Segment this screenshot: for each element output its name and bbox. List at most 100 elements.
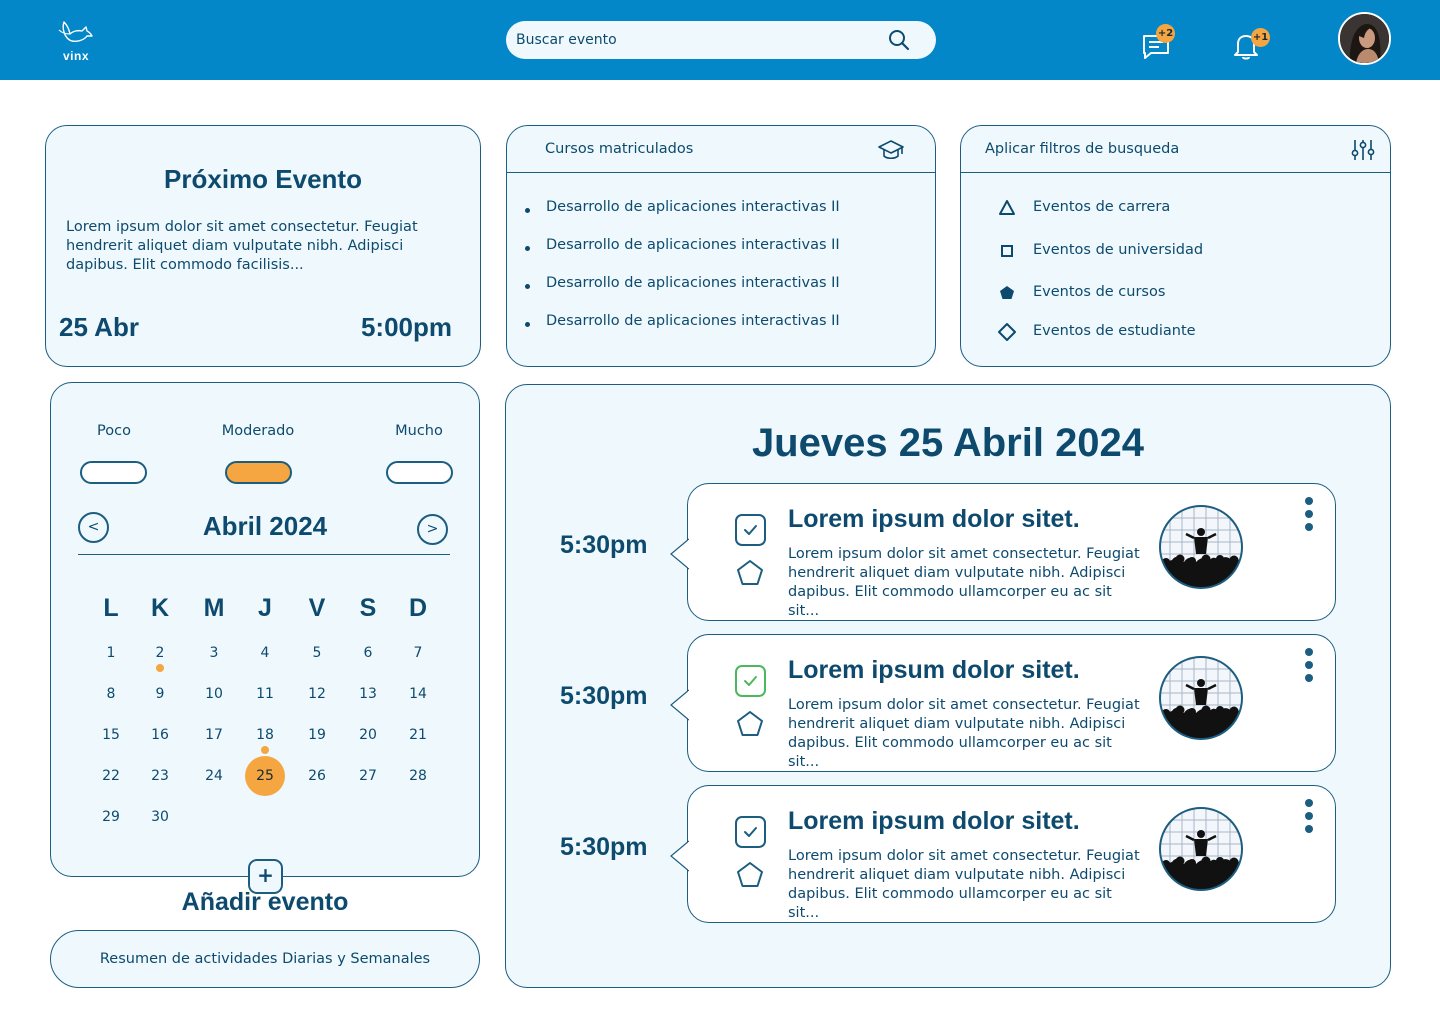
messages-button[interactable]: +2 bbox=[1141, 24, 1175, 62]
calendar-day[interactable]: 28 bbox=[398, 756, 438, 796]
event-image bbox=[1159, 656, 1243, 740]
event-image bbox=[1159, 807, 1243, 891]
notifications-badge: +1 bbox=[1251, 28, 1270, 47]
level-label-low: Poco bbox=[97, 423, 131, 439]
search-bar[interactable] bbox=[506, 21, 936, 59]
calendar-day[interactable]: 14 bbox=[398, 674, 438, 714]
weekday-label: K bbox=[150, 594, 170, 622]
filter-label: Eventos de carrera bbox=[1033, 199, 1171, 215]
calendar-day[interactable]: 18 bbox=[245, 715, 285, 755]
calendar-day[interactable]: 6 bbox=[348, 633, 388, 673]
calendar-day[interactable]: 21 bbox=[398, 715, 438, 755]
calendar-day[interactable]: 25 bbox=[245, 756, 285, 796]
day-events-card: Jueves 25 Abril 2024 5:30pm Lorem ipsum d… bbox=[505, 384, 1391, 988]
pentagon-icon bbox=[737, 711, 763, 736]
calendar-day[interactable]: 2 bbox=[140, 633, 180, 673]
checkbox-icon[interactable] bbox=[734, 815, 767, 849]
card-pointer bbox=[670, 689, 689, 721]
level-toggle-low[interactable] bbox=[80, 461, 147, 484]
calendar-day[interactable]: 16 bbox=[140, 715, 180, 755]
event-time: 5:30pm bbox=[560, 531, 648, 559]
square-icon bbox=[1001, 245, 1013, 257]
search-filters-card: Aplicar filtros de busqueda Eventos de c… bbox=[960, 125, 1391, 367]
calendar-day[interactable]: 23 bbox=[140, 756, 180, 796]
next-month-button[interactable]: > bbox=[417, 514, 448, 545]
calendar-day[interactable]: 26 bbox=[297, 756, 337, 796]
calendar-day[interactable]: 24 bbox=[194, 756, 234, 796]
level-label-moderate: Moderado bbox=[221, 423, 295, 439]
event-card[interactable]: Lorem ipsum dolor sitet. Lorem ipsum dolo… bbox=[670, 785, 1336, 923]
course-item[interactable]: Desarrollo de aplicaciones interactivas … bbox=[525, 313, 840, 351]
event-card[interactable]: Lorem ipsum dolor sitet. Lorem ipsum dolo… bbox=[670, 634, 1336, 772]
calendar-day[interactable]: 3 bbox=[194, 633, 234, 673]
level-toggle-moderate[interactable] bbox=[225, 461, 292, 484]
search-icon[interactable] bbox=[888, 29, 910, 51]
level-toggle-high[interactable] bbox=[386, 461, 453, 484]
logo-text: vinx bbox=[62, 49, 89, 63]
weekday-label: V bbox=[308, 594, 326, 622]
next-event-date: 25 Abr bbox=[59, 312, 139, 342]
next-event-card[interactable]: Próximo Evento Lorem ipsum dolor sit ame… bbox=[45, 125, 481, 367]
courses-title: Cursos matriculados bbox=[545, 141, 694, 157]
user-avatar[interactable] bbox=[1338, 12, 1391, 65]
calendar-day[interactable]: 5 bbox=[297, 633, 337, 673]
calendar-card: Poco Moderado Mucho Abril 2024 < > L K M… bbox=[50, 382, 480, 877]
calendar-day[interactable]: 22 bbox=[91, 756, 131, 796]
calendar-month: Abril 2024 bbox=[202, 511, 328, 541]
calendar-day[interactable]: 13 bbox=[348, 674, 388, 714]
more-options-icon[interactable] bbox=[1302, 799, 1316, 839]
weekday-label: L bbox=[103, 594, 119, 622]
filter-label: Eventos de universidad bbox=[1033, 242, 1204, 258]
calendar-day[interactable]: 8 bbox=[91, 674, 131, 714]
notifications-button[interactable]: +1 bbox=[1231, 28, 1270, 62]
more-options-icon[interactable] bbox=[1302, 497, 1316, 537]
calendar-day[interactable]: 17 bbox=[194, 715, 234, 755]
calendar-day[interactable]: 19 bbox=[297, 715, 337, 755]
calendar-day[interactable]: 1 bbox=[91, 633, 131, 673]
courses-header: Cursos matriculados bbox=[507, 126, 935, 173]
pentagon-icon bbox=[737, 862, 763, 887]
weekday-label: S bbox=[359, 594, 377, 622]
calendar-day[interactable]: 10 bbox=[194, 674, 234, 714]
weekday-label: M bbox=[203, 594, 225, 622]
checkbox-icon[interactable] bbox=[734, 513, 767, 547]
calendar-day[interactable]: 20 bbox=[348, 715, 388, 755]
course-item[interactable]: Desarrollo de aplicaciones interactivas … bbox=[525, 199, 840, 237]
event-time: 5:30pm bbox=[560, 682, 648, 710]
calendar-day[interactable]: 15 bbox=[91, 715, 131, 755]
event-description: Lorem ipsum dolor sit amet consectetur. … bbox=[788, 546, 1140, 619]
card-pointer bbox=[670, 840, 689, 872]
filter-label: Eventos de cursos bbox=[1033, 284, 1166, 300]
calendar-day[interactable]: 12 bbox=[297, 674, 337, 714]
calendar-day[interactable]: 4 bbox=[245, 633, 285, 673]
pentagon-filled-icon bbox=[1000, 286, 1014, 299]
calendar-day[interactable]: 11 bbox=[245, 674, 285, 714]
weekday-label: J bbox=[258, 594, 272, 622]
add-event-label[interactable]: Añadir evento bbox=[50, 888, 480, 917]
event-title: Lorem ipsum dolor sitet. bbox=[788, 505, 1080, 533]
calendar-day[interactable]: 27 bbox=[348, 756, 388, 796]
bird-logo-icon bbox=[58, 21, 93, 42]
event-description: Lorem ipsum dolor sit amet consectetur. … bbox=[788, 697, 1140, 770]
top-bar: vinx +2 +1 bbox=[0, 0, 1440, 80]
vinx-logo[interactable]: vinx bbox=[56, 18, 96, 64]
event-time: 5:30pm bbox=[560, 833, 648, 861]
prev-month-button[interactable]: < bbox=[78, 512, 109, 543]
card-pointer bbox=[670, 538, 689, 570]
activity-summary-button[interactable]: Resumen de actividades Diarias y Semanal… bbox=[50, 930, 480, 988]
more-options-icon[interactable] bbox=[1302, 648, 1316, 688]
event-title: Lorem ipsum dolor sitet. bbox=[788, 656, 1080, 684]
checkbox-icon[interactable] bbox=[734, 664, 767, 698]
course-item[interactable]: Desarrollo de aplicaciones interactivas … bbox=[525, 275, 840, 313]
calendar-day[interactable]: 9 bbox=[140, 674, 180, 714]
calendar-day[interactable]: 7 bbox=[398, 633, 438, 673]
event-description: Lorem ipsum dolor sit amet consectetur. … bbox=[788, 848, 1140, 921]
sliders-icon[interactable] bbox=[1349, 138, 1377, 162]
next-event-time: 5:00pm bbox=[360, 312, 452, 342]
calendar-day[interactable]: 29 bbox=[91, 797, 131, 837]
course-item[interactable]: Desarrollo de aplicaciones interactivas … bbox=[525, 237, 840, 275]
enrolled-courses-card: Cursos matriculados Desarrollo de aplica… bbox=[506, 125, 936, 367]
calendar-day[interactable]: 30 bbox=[140, 797, 180, 837]
event-card[interactable]: Lorem ipsum dolor sitet. Lorem ipsum dolo… bbox=[670, 483, 1336, 621]
search-input[interactable] bbox=[516, 21, 876, 59]
